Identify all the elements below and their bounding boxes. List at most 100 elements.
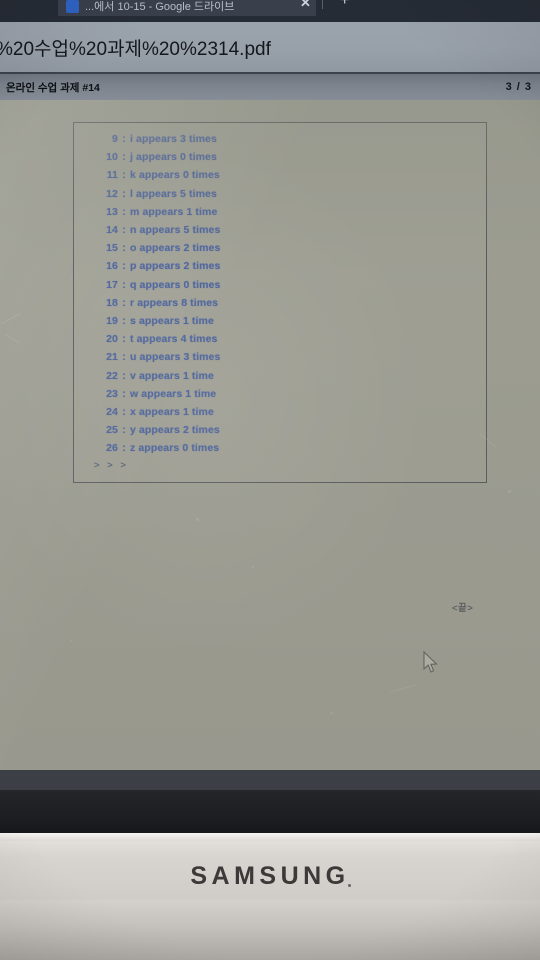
console-row-text: u appears 3 times (130, 351, 221, 364)
console-row-colon: : (122, 424, 126, 437)
samsung-logo: SAMSUNG (190, 862, 350, 890)
console-row-index: 23 (106, 387, 118, 400)
console-row-text: m appears 1 time (130, 205, 218, 218)
console-row-colon: : (122, 187, 126, 200)
bezel-dot (348, 884, 351, 887)
console-row: 24: x appears 1 time (74, 403, 486, 421)
console-row: 14: n appears 5 times (74, 221, 486, 239)
console-row-index: 19 (106, 315, 118, 328)
console-row-colon: : (122, 205, 126, 218)
bezel-lower-lip (0, 900, 540, 960)
console-row-text: o appears 2 times (130, 242, 221, 255)
screen-dust (330, 712, 333, 714)
console-output-frame: 9:i appears 3 times 10: j appears 0 times 1… (73, 122, 487, 483)
console-row-colon: : (122, 242, 126, 255)
tab-separator (322, 0, 323, 9)
console-row-index: 13 (106, 205, 118, 218)
console-row: 19: s appears 1 time (74, 312, 486, 330)
console-row-index: 16 (106, 260, 118, 273)
console-row-text: w appears 1 time (130, 387, 217, 400)
console-row-index: 17 (106, 278, 118, 291)
console-row-text: x appears 1 time (130, 406, 214, 419)
console-row-text: y appears 2 times (130, 424, 220, 437)
console-row-text: v appears 1 time (130, 369, 214, 382)
favicon-icon (66, 0, 79, 13)
console-row: 20: t appears 4 times (74, 330, 486, 348)
console-row-colon: : (122, 224, 126, 237)
console-row-colon: : (122, 133, 126, 145)
plus-icon[interactable]: + (340, 0, 349, 9)
console-row-text: n appears 5 times (130, 224, 221, 237)
console-row-index: 18 (106, 296, 118, 309)
console-row-index: 26 (106, 442, 118, 455)
console-row: 9: i appears 3 times (74, 130, 486, 148)
close-icon[interactable]: ✕ (300, 0, 311, 9)
console-row-index: 9 (112, 133, 118, 145)
screen-scratch (4, 333, 20, 344)
console-row-colon: : (122, 278, 126, 291)
pdf-document-name: 온라인 수업 과제 #14 (6, 81, 100, 94)
console-row-index: 21 (106, 351, 118, 364)
console-row: 26: z appears 0 times (74, 439, 486, 457)
console-row: 13: m appears 1 time (74, 203, 486, 221)
screen-scratch (1, 312, 21, 325)
console-row-text: i appears 3 times (130, 133, 217, 145)
console-row: 21: u appears 3 times (74, 348, 486, 366)
console-row-colon: : (122, 369, 126, 382)
console-row-colon: : (122, 169, 126, 182)
screen-dust (252, 566, 254, 568)
console-row-text: k appears 0 times (130, 169, 220, 182)
console-row-index: 22 (106, 369, 118, 382)
console-row-text: q appears 0 times (130, 278, 221, 291)
console-row-colon: : (122, 351, 126, 364)
console-row-index: 24 (106, 406, 118, 419)
bezel-highlight (0, 833, 540, 841)
console-row: 25: y appears 2 times (74, 421, 486, 439)
console-row-index: 10 (106, 151, 118, 164)
end-marker: <끝> (452, 603, 474, 614)
screen-dust (508, 490, 511, 493)
console-row-list: 9:i appears 3 times 10: j appears 0 times 1… (74, 123, 486, 458)
console-row: 22: v appears 1 time (74, 367, 486, 385)
console-row-text: p appears 2 times (130, 260, 221, 273)
python-prompt: > > > (94, 459, 129, 471)
pdf-titlebar: %20수업%20과제%20%2314.pdf (0, 22, 540, 72)
console-row-index: 12 (106, 187, 118, 200)
console-row-colon: : (122, 151, 126, 164)
screen-dust (196, 518, 199, 521)
screen-black-border (0, 790, 540, 835)
console-row-colon: : (122, 315, 126, 328)
screen-scratch (390, 684, 416, 693)
screen-lower-edge (0, 770, 540, 792)
console-row-text: r appears 8 times (130, 296, 219, 309)
console-row-index: 15 (106, 242, 118, 255)
console-row: 23: w appears 1 time (74, 385, 486, 403)
console-row-text: z appears 0 times (130, 442, 220, 455)
console-row-index: 11 (106, 169, 118, 182)
console-row-text: s appears 1 time (130, 315, 214, 328)
console-row-colon: : (122, 406, 126, 419)
console-row-colon: : (122, 260, 126, 273)
console-row-colon: : (122, 387, 126, 400)
console-row-index: 25 (106, 424, 118, 437)
pdf-toolbar: 온라인 수업 과제 #14 3 / 3 (0, 72, 540, 100)
console-row-index: 20 (106, 333, 118, 346)
console-row: 16: p appears 2 times (74, 257, 486, 275)
browser-tab[interactable]: ...에서 10-15 - Google 드라이브 (58, 0, 316, 16)
console-row: 11: k appears 0 times (74, 166, 486, 184)
browser-tab-strip: ...에서 10-15 - Google 드라이브 ✕ + (0, 0, 540, 22)
console-row: 17: q appears 0 times (74, 276, 486, 294)
console-row: 15: o appears 2 times (74, 239, 486, 257)
console-row-colon: : (122, 333, 126, 346)
console-row: 18: r appears 8 times (74, 294, 486, 312)
console-row-colon: : (122, 442, 126, 455)
console-row-index: 14 (106, 224, 118, 237)
console-row: 10: j appears 0 times (74, 148, 486, 166)
pdf-page-indicator: 3 / 3 (505, 81, 532, 93)
console-row-text: j appears 0 times (130, 151, 217, 164)
pdf-page: 9:i appears 3 times 10: j appears 0 times 1… (0, 100, 540, 790)
browser-tab-title: ...에서 10-15 - Google 드라이브 (85, 1, 235, 13)
pdf-filename: %20수업%20과제%20%2314.pdf (0, 38, 271, 60)
console-row-colon: : (122, 296, 126, 309)
mouse-cursor-icon (423, 651, 438, 673)
